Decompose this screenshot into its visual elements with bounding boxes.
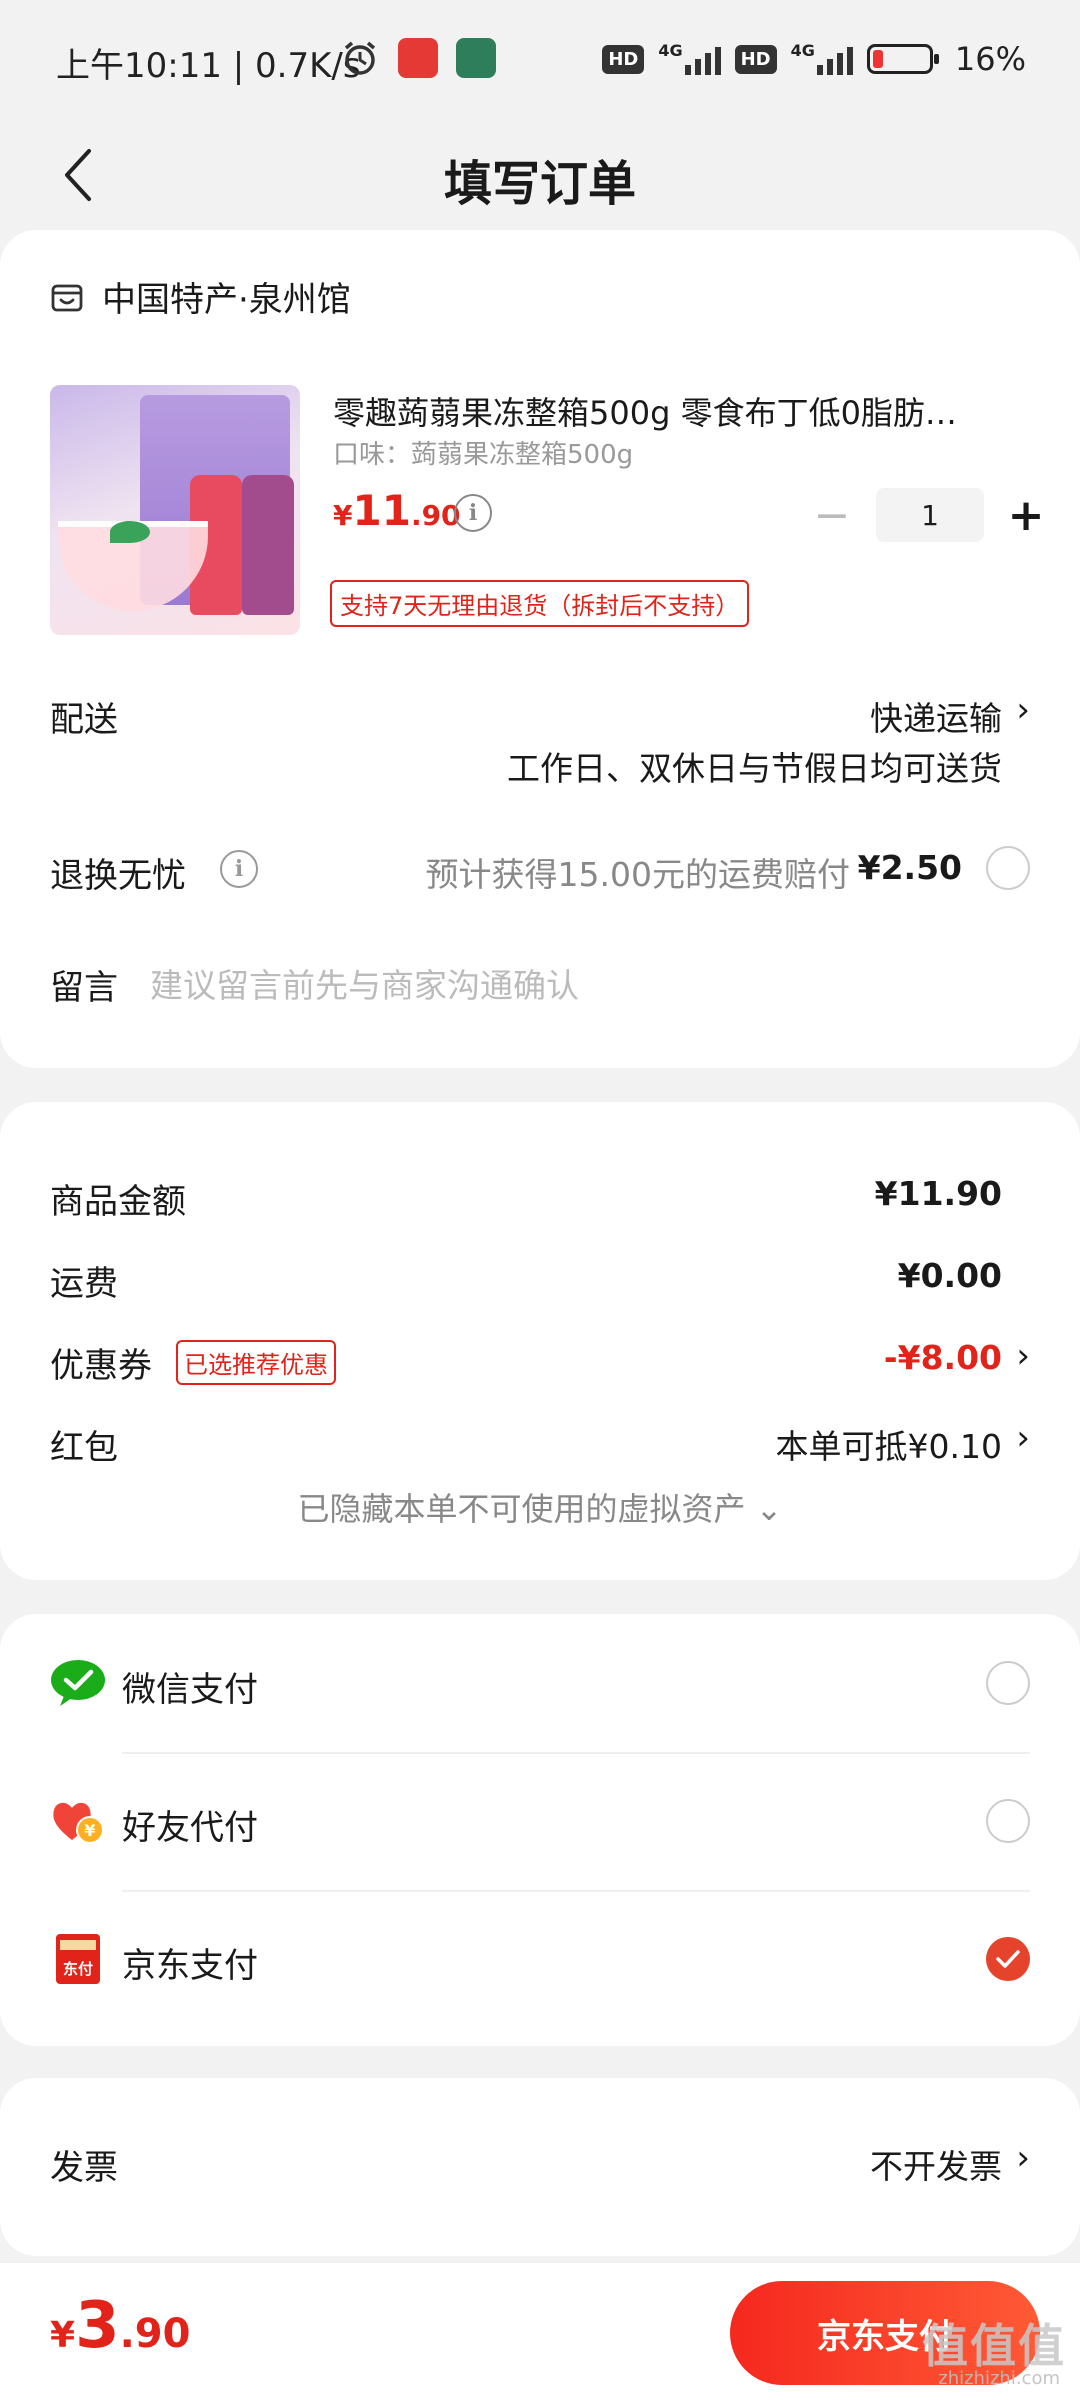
status-bar: 上午10:11 | 0.7K/s HD 4G HD 4G 16% [0,0,1080,120]
delivery-note: 工作日、双休日与节假日均可送货 [507,749,1002,788]
insurance-price: ¥2.50 [857,848,962,887]
insurance-info-icon[interactable]: i [220,850,258,888]
coupon-chevron-icon[interactable]: › [1016,1336,1030,1376]
quantity-stepper: − 1 + [810,488,1048,542]
battery-icon [866,44,939,74]
watermark-url: zhizhizhi.com [938,2368,1060,2389]
amount-summary-card: 商品金额 ¥11.90 运费 ¥0.00 优惠券 已选推荐优惠 -¥8.00 ›… [0,1102,1080,1580]
decrease-quantity-button[interactable]: − [810,490,854,541]
invoice-value[interactable]: 不开发票 [870,2140,1002,2188]
message-label: 留言 [50,968,118,1008]
delivery-label: 配送 [50,700,118,740]
product-image[interactable] [50,385,300,635]
checkout-bar: ¥3.90 京东支付 [0,2262,1080,2400]
invoice-chevron-icon[interactable]: › [1016,2138,1030,2178]
network-type: 4G [658,40,683,60]
goods-amount-value: ¥11.90 [874,1174,1002,1213]
coupon-value[interactable]: -¥8.00 [884,1338,1002,1377]
product-price: ¥11.90 [333,486,461,535]
navigation-bar: 填写订单 [0,120,1080,230]
wechat-pay-label: 微信支付 [122,1670,258,1710]
invoice-card[interactable]: 发票 不开发票 › [0,2078,1080,2256]
red-packet-chevron-icon[interactable]: › [1016,1418,1030,1458]
hd-badge-2: HD [734,44,777,74]
coupon-tag: 已选推荐优惠 [176,1340,336,1385]
page-title: 填写订单 [443,156,636,212]
network-type-2: 4G [790,40,815,60]
shop-header[interactable]: 中国特产·泉州馆 [50,272,351,321]
alarm-icon [344,41,376,75]
quantity-value[interactable]: 1 [876,488,984,542]
svg-text:东付: 东付 [63,1960,93,1978]
product-spec[interactable]: 口味：蒟蒻果冻整箱500g [333,434,633,471]
battery-level: 16% [954,40,1026,78]
shipping-fee-value: ¥0.00 [897,1256,1002,1295]
friend-pay-icon: ¥ [53,1802,104,1844]
jd-pay-label: 京东支付 [122,1946,258,1986]
friend-pay-label: 好友代付 [122,1808,258,1848]
product-title[interactable]: 零趣蒟蒻果冻整箱500g 零食布丁低0脂肪… [333,388,1033,434]
return-policy-tag: 支持7天无理由退货（拆封后不支持） [330,580,750,627]
friend-pay-radio[interactable] [986,1799,1030,1843]
insurance-radio[interactable] [986,846,1030,890]
status-right: HD 4G HD 4G 16% [602,40,1026,78]
insurance-label: 退换无忧 [50,856,186,896]
hidden-assets-toggle[interactable]: 已隐藏本单不可使用的虚拟资产 ⌄ [0,1484,1080,1530]
wechat-pay-radio[interactable] [986,1661,1030,1705]
payment-method-card: 微信支付 ¥ 好友代付 东付 京东支付 [0,1614,1080,2046]
order-item-card: 中国特产·泉州馆 零趣蒟蒻果冻整箱500g 零食布丁低0脂肪… 口味：蒟蒻果冻整… [0,230,1080,1068]
status-app-icons [340,38,496,78]
shipping-fee-label: 运费 [50,1264,118,1304]
reader-app-icon [456,38,496,78]
increase-quantity-button[interactable]: + [1004,490,1048,541]
insurance-description: 预计获得15.00元的运费赔付 [425,855,850,894]
total-price: ¥3.90 [50,2289,191,2363]
check-icon [996,1950,1020,1968]
shop-icon [51,284,83,311]
signal-icon [684,43,721,75]
red-packet-label: 红包 [50,1428,118,1468]
watermark: 值值值 [922,2319,1066,2373]
svg-text:¥: ¥ [84,1821,95,1840]
goods-amount-label: 商品金额 [50,1182,186,1222]
status-time: 上午10:11 | 0.7K/s [56,46,361,86]
delivery-method[interactable]: 快递运输 [870,692,1002,740]
payment-option-friend[interactable]: ¥ 好友代付 [0,1752,1080,1890]
jd-pay-radio-selected[interactable] [986,1937,1030,1981]
payment-option-wechat[interactable]: 微信支付 [0,1614,1080,1752]
hd-badge: HD [602,44,645,74]
signal-icon-2 [816,43,853,75]
red-packet-value[interactable]: 本单可抵¥0.10 [776,1420,1002,1468]
message-input[interactable] [150,960,1010,1010]
jd-pay-icon: 东付 [56,1934,100,1984]
invoice-label: 发票 [50,2148,118,2188]
price-info-icon[interactable]: i [454,494,492,532]
shop-name: 中国特产·泉州馆 [102,280,351,320]
coupon-label: 优惠券 [50,1346,152,1386]
payment-option-jd[interactable]: 东付 京东支付 [0,1890,1080,2028]
delivery-chevron-icon[interactable]: › [1016,690,1030,730]
wechat-pay-icon [51,1660,105,1706]
shopping-app-icon [398,38,438,78]
